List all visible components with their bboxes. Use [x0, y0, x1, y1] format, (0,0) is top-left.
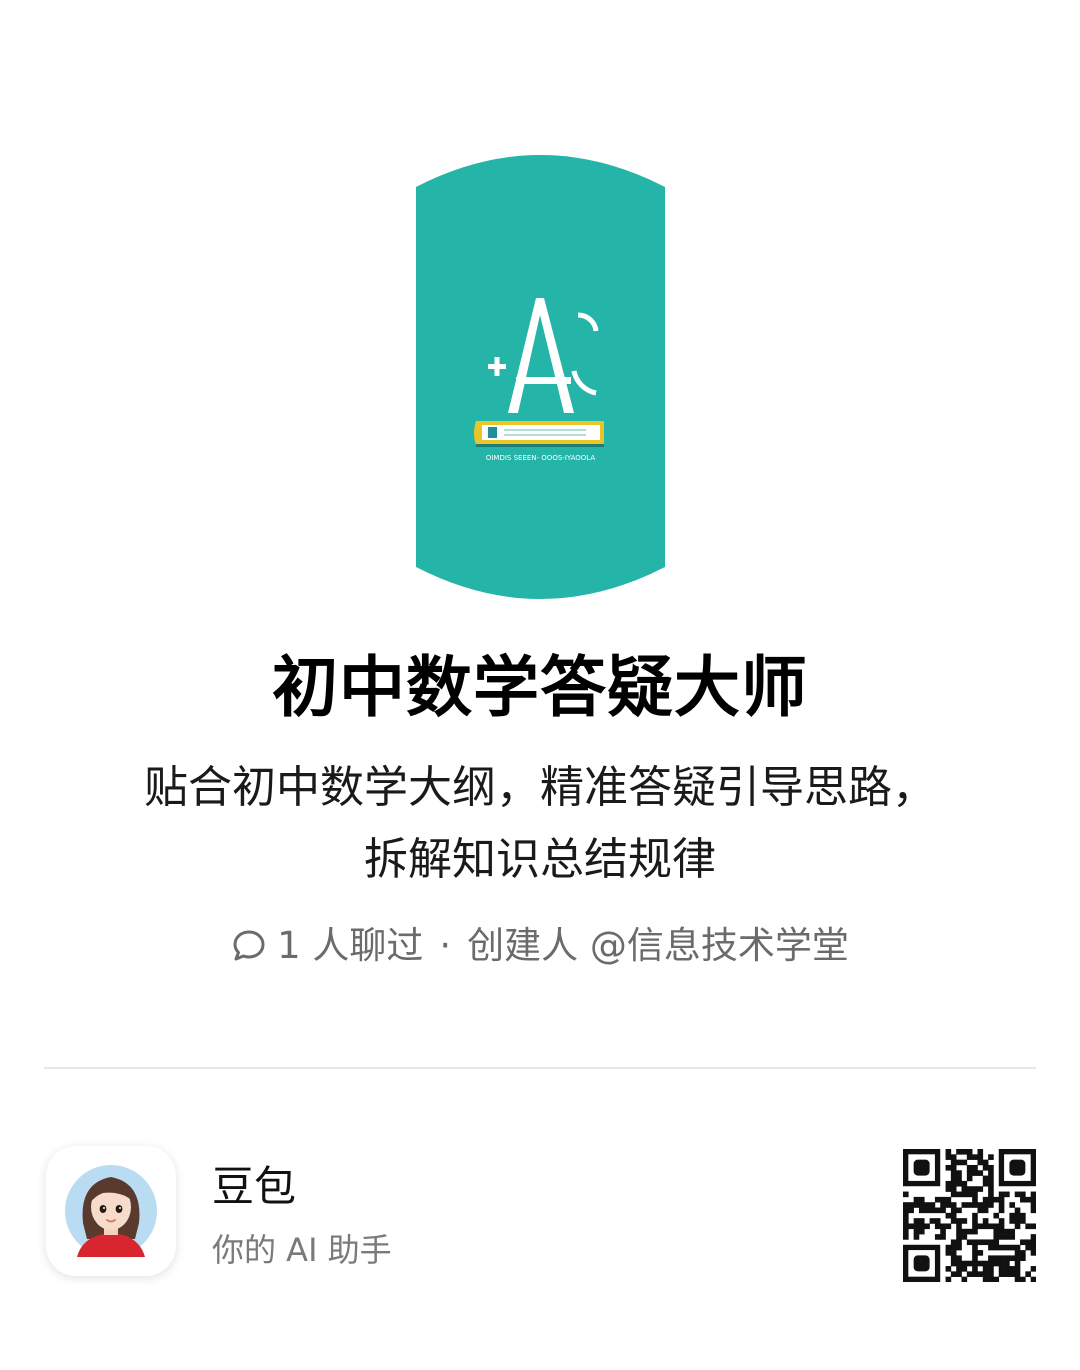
description-line-1: 贴合初中数学大纲，精准答疑引导思路， — [144, 762, 936, 813]
app-name: 豆包 — [212, 1162, 297, 1211]
description: 贴合初中数学大纲，精准答疑引导思路， 拆解知识总结规律 — [90, 752, 990, 896]
qr-code-icon[interactable] — [903, 1149, 1036, 1282]
app-subtitle: 你的 AI 助手 — [212, 1231, 392, 1269]
logo-caption: OIMDIS SEEEN- OOOS-IYAOOLA — [486, 454, 595, 462]
creator-link[interactable]: 创建人 @信息技术学堂 — [467, 918, 849, 974]
app-icon[interactable] — [46, 1146, 176, 1276]
avatar — [65, 1165, 157, 1257]
meta-separator: · — [439, 924, 452, 967]
meta-row: 1 人聊过 · 创建人 @信息技术学堂 — [0, 918, 1080, 974]
chat-bubble-icon — [231, 928, 267, 964]
description-line-2: 拆解知识总结规律 — [364, 834, 716, 885]
chat-count: 1 人聊过 — [277, 924, 424, 967]
page-title: 初中数学答疑大师 — [272, 649, 808, 726]
divider — [44, 1067, 1036, 1069]
hero-image: OIMDIS SEEEN- OOOS-IYAOOLA — [416, 155, 665, 599]
